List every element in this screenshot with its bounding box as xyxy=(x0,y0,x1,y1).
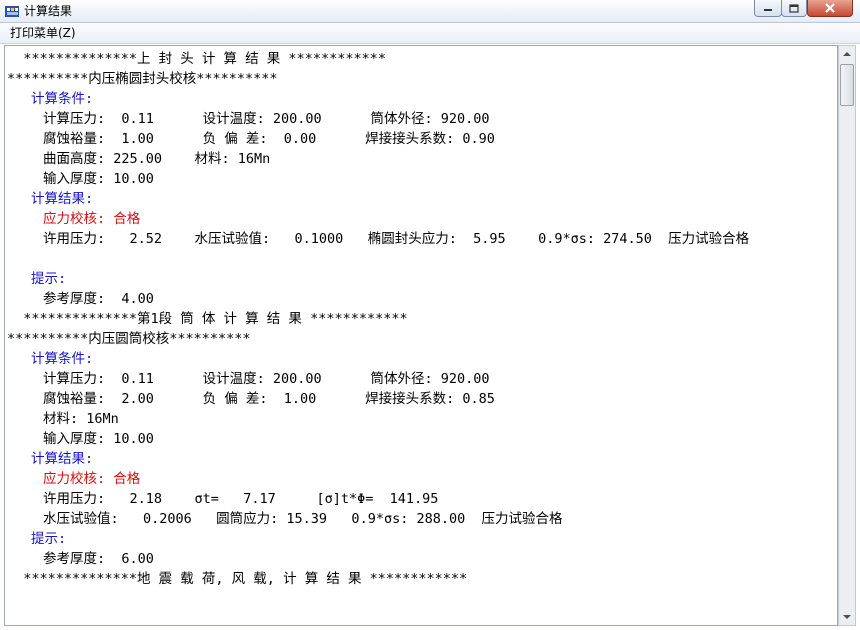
scroll-down-button[interactable] xyxy=(839,609,855,625)
result-line: 腐蚀裕量: 1.00 负 偏 差: 0.00 焊接接头系数: 0.90 xyxy=(43,131,495,147)
minimize-icon xyxy=(764,9,772,11)
menu-print[interactable]: 打印菜单(Z) xyxy=(6,25,80,41)
result-line: 曲面高度: 225.00 材料: 16Mn xyxy=(43,151,271,167)
maximize-button[interactable] xyxy=(781,0,807,17)
result-line: 参考厚度: 6.00 xyxy=(43,551,154,567)
result-line: 许用压力: 2.18 σt= 7.17 [σ]t*Φ= 141.95 xyxy=(43,491,439,507)
result-line: **************第1段 筒 体 计 算 结 果 **********… xyxy=(7,311,408,327)
result-line: 计算条件: xyxy=(31,91,94,107)
result-line: **************上 封 头 计 算 结 果 ************ xyxy=(7,51,386,67)
result-line: 参考厚度: 4.00 xyxy=(43,291,154,307)
result-line: 计算结果: xyxy=(31,191,94,207)
result-line: 材料: 16Mn xyxy=(43,411,119,427)
result-line: **********内压椭圆封头校核********** xyxy=(7,71,278,87)
close-icon xyxy=(825,3,835,13)
calc-results-app-icon xyxy=(5,6,19,17)
maximize-icon xyxy=(789,3,799,13)
menu-bar: 打印菜单(Z) xyxy=(0,23,860,44)
result-line: 计算条件: xyxy=(31,351,94,367)
result-line: 水压试验值: 0.2006 圆筒应力: 15.39 0.9*σs: 288.00… xyxy=(43,511,563,527)
result-line: 提示: xyxy=(31,271,67,287)
scroll-up-button[interactable] xyxy=(839,46,855,62)
result-line: 计算结果: xyxy=(31,451,94,467)
result-line: 输入厚度: 10.00 xyxy=(43,171,154,187)
scroll-down-icon xyxy=(843,615,851,619)
results-text-area[interactable]: **************上 封 头 计 算 结 果 ************… xyxy=(4,45,838,626)
title-bar: 计算结果 xyxy=(0,0,860,23)
result-line: 输入厚度: 10.00 xyxy=(43,431,154,447)
vertical-scrollbar[interactable] xyxy=(838,45,856,626)
scroll-up-icon xyxy=(843,52,851,56)
result-line: 腐蚀裕量: 2.00 负 偏 差: 1.00 焊接接头系数: 0.85 xyxy=(43,391,495,407)
scroll-thumb[interactable] xyxy=(840,64,854,106)
result-line: 应力校核: 合格 xyxy=(43,471,141,487)
window-title: 计算结果 xyxy=(24,4,73,18)
result-line: **********内压圆筒校核********** xyxy=(7,331,251,347)
result-line: 提示: xyxy=(31,531,67,547)
result-line: 计算压力: 0.11 设计温度: 200.00 筒体外径: 920.00 xyxy=(43,371,490,387)
result-line: 应力校核: 合格 xyxy=(43,211,141,227)
minimize-button[interactable] xyxy=(754,0,782,17)
close-button[interactable] xyxy=(807,0,853,17)
result-line: 许用压力: 2.52 水压试验值: 0.1000 椭圆封头应力: 5.95 0.… xyxy=(43,231,750,247)
result-line: 计算压力: 0.11 设计温度: 200.00 筒体外径: 920.00 xyxy=(43,111,490,127)
result-line: **************地 震 载 荷, 风 载, 计 算 结 果 ****… xyxy=(7,571,468,587)
